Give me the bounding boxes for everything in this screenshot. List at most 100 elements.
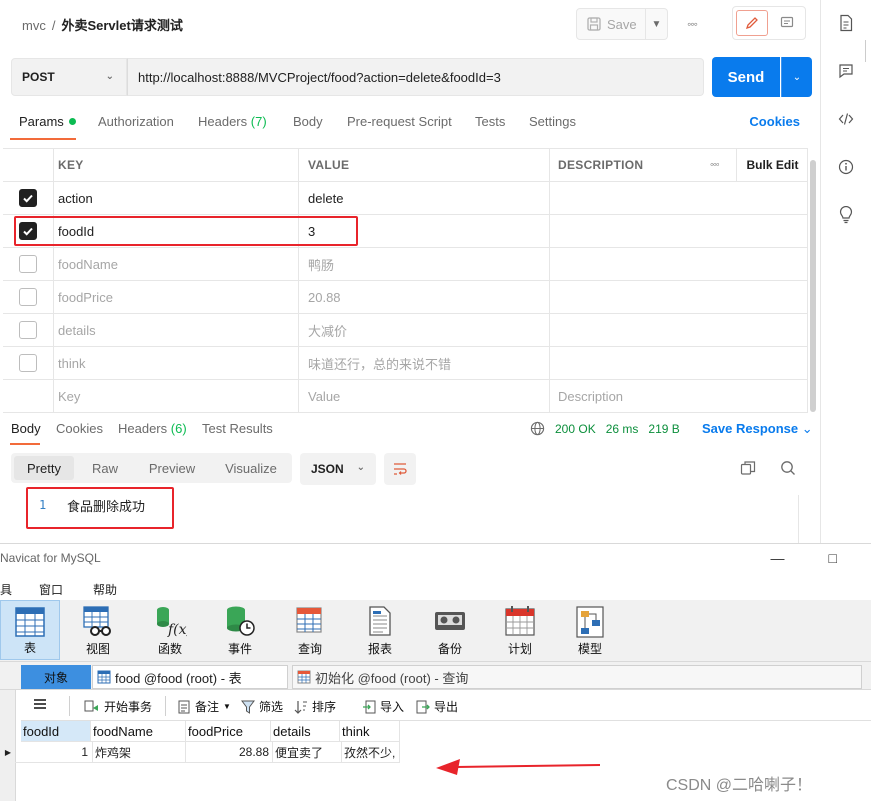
tab-headers[interactable]: Headers (7) <box>198 114 267 129</box>
view-preview[interactable]: Preview <box>138 456 206 480</box>
toolbar-function-button[interactable]: f(x) 函数 <box>140 600 200 660</box>
param-description[interactable] <box>549 281 808 313</box>
param-value[interactable]: 鸭肠 <box>298 248 549 280</box>
sort-button[interactable]: 排序 <box>294 698 336 715</box>
param-key[interactable]: foodName <box>53 248 298 280</box>
toolbar-view-button[interactable]: 视图 <box>68 600 128 660</box>
param-description[interactable] <box>549 248 808 280</box>
param-description[interactable] <box>549 182 808 214</box>
response-body-text[interactable]: 食品删除成功 <box>67 496 145 515</box>
format-select[interactable]: JSON ⌄ <box>300 453 376 485</box>
view-visualize[interactable]: Visualize <box>213 456 289 480</box>
save-options-button[interactable]: ▼ <box>646 8 668 40</box>
bulk-edit-button[interactable]: Bulk Edit <box>736 149 808 181</box>
send-options-button[interactable]: ⌄ <box>781 57 812 97</box>
param-row[interactable]: foodPrice 20.88 <box>3 281 808 314</box>
tab-tests[interactable]: Tests <box>475 114 505 129</box>
tab-pre-request-script[interactable]: Pre-request Script <box>347 114 452 129</box>
param-key[interactable]: think <box>53 347 298 379</box>
toolbar-backup-button[interactable]: 备份 <box>420 600 480 660</box>
globe-icon[interactable] <box>530 421 545 436</box>
tab-objects[interactable]: 对象 <box>21 665 91 689</box>
toolbar-event-button[interactable]: 事件 <box>210 600 270 660</box>
method-select[interactable]: POST ⌄ <box>11 58 127 96</box>
toolbar-schedule-button[interactable]: 计划 <box>490 600 550 660</box>
param-key[interactable]: details <box>53 314 298 346</box>
response-time[interactable]: 26 ms <box>606 422 639 436</box>
menu-window[interactable]: 窗口 <box>39 581 63 598</box>
table-row[interactable]: ▶ 1 炸鸡架 28.88 便宜卖了 孜然不少, <box>1 742 400 763</box>
resp-tab-headers[interactable]: Headers (6) <box>118 421 187 436</box>
view-raw[interactable]: Raw <box>78 456 132 480</box>
param-description[interactable] <box>549 314 808 346</box>
more-options-icon[interactable]: ◦◦◦ <box>680 12 704 36</box>
tab-authorization[interactable]: Authorization <box>98 114 174 129</box>
save-response-button[interactable]: Save Response ⌄ <box>702 421 813 437</box>
grid-header-foodname[interactable]: foodName <box>91 721 186 742</box>
param-key[interactable]: action <box>53 182 298 214</box>
filter-button[interactable]: 筛选 <box>241 698 283 715</box>
param-value[interactable]: 20.88 <box>298 281 549 313</box>
wrap-lines-button[interactable] <box>384 453 416 485</box>
tab-settings[interactable]: Settings <box>529 114 576 129</box>
documentation-icon[interactable] <box>835 12 857 34</box>
toolbar-model-button[interactable]: 模型 <box>560 600 620 660</box>
param-checkbox[interactable] <box>19 321 37 339</box>
import-button[interactable]: 导入 <box>362 698 404 715</box>
resp-tab-test-results[interactable]: Test Results <box>202 421 273 436</box>
param-row[interactable]: foodName 鸭肠 <box>3 248 808 281</box>
tab-food-table[interactable]: food @food (root) - 表 <box>92 665 288 689</box>
param-row[interactable]: action delete <box>3 182 808 215</box>
copy-icon[interactable] <box>740 460 756 476</box>
response-size[interactable]: 219 B <box>648 422 679 436</box>
tab-body[interactable]: Body <box>293 114 323 129</box>
documentation-mode-button[interactable] <box>771 10 803 36</box>
tab-init-query[interactable]: 初始化 @food (root) - 查询 <box>292 665 862 689</box>
grid-header-foodid[interactable]: foodId <box>21 721 91 742</box>
toolbar-table-button[interactable]: 表 <box>0 600 60 660</box>
param-row[interactable]: details 大减价 <box>3 314 808 347</box>
resp-tab-body[interactable]: Body <box>11 421 41 436</box>
cell-foodid[interactable]: 1 <box>15 742 93 763</box>
new-description-input[interactable]: Description <box>549 380 808 412</box>
cell-details[interactable]: 便宜卖了 <box>273 742 342 763</box>
new-value-input[interactable]: Value <box>298 380 549 412</box>
params-scrollbar[interactable] <box>810 160 816 412</box>
save-button[interactable]: Save <box>576 8 646 40</box>
breadcrumb-collection[interactable]: mvc <box>22 18 46 33</box>
cell-foodprice[interactable]: 28.88 <box>186 742 273 763</box>
toolbar-report-button[interactable]: 报表 <box>350 600 410 660</box>
param-description[interactable] <box>549 347 808 379</box>
new-key-input[interactable]: Key <box>53 380 298 412</box>
search-icon[interactable] <box>780 460 796 476</box>
begin-transaction-button[interactable]: 开始事务 <box>84 698 152 715</box>
send-button[interactable]: Send <box>712 57 780 97</box>
menu-tools[interactable]: 具 <box>0 581 12 598</box>
param-checkbox[interactable] <box>19 189 37 207</box>
url-input[interactable]: http://localhost:8888/MVCProject/food?ac… <box>127 58 704 96</box>
request-name[interactable]: 外卖Servlet请求测试 <box>61 18 182 33</box>
minimize-icon[interactable]: — <box>771 550 785 566</box>
tab-params[interactable]: Params <box>19 114 76 129</box>
cell-foodname[interactable]: 炸鸡架 <box>93 742 186 763</box>
toolbar-query-button[interactable]: 查询 <box>280 600 340 660</box>
param-value[interactable]: 大减价 <box>298 314 549 346</box>
param-value[interactable]: delete <box>298 182 549 214</box>
memo-button[interactable]: 备注 ▼ <box>177 698 231 715</box>
export-button[interactable]: 导出 <box>416 698 458 715</box>
lightbulb-icon[interactable] <box>835 204 857 226</box>
param-key[interactable]: foodPrice <box>53 281 298 313</box>
param-row[interactable]: think 味道还行，总的来说不错 <box>3 347 808 380</box>
param-description[interactable] <box>549 215 808 247</box>
param-checkbox[interactable] <box>19 255 37 273</box>
param-value[interactable]: 味道还行，总的来说不错 <box>298 347 549 379</box>
edit-mode-button[interactable] <box>736 10 768 36</box>
status-code[interactable]: 200 OK <box>555 422 596 436</box>
grid-header-foodprice[interactable]: foodPrice <box>186 721 271 742</box>
menu-help[interactable]: 帮助 <box>93 581 117 598</box>
info-icon[interactable] <box>835 156 857 178</box>
resp-tab-cookies[interactable]: Cookies <box>56 421 103 436</box>
cell-think[interactable]: 孜然不少, <box>342 742 400 763</box>
code-icon[interactable] <box>835 108 857 130</box>
cookies-link[interactable]: Cookies <box>749 114 800 129</box>
